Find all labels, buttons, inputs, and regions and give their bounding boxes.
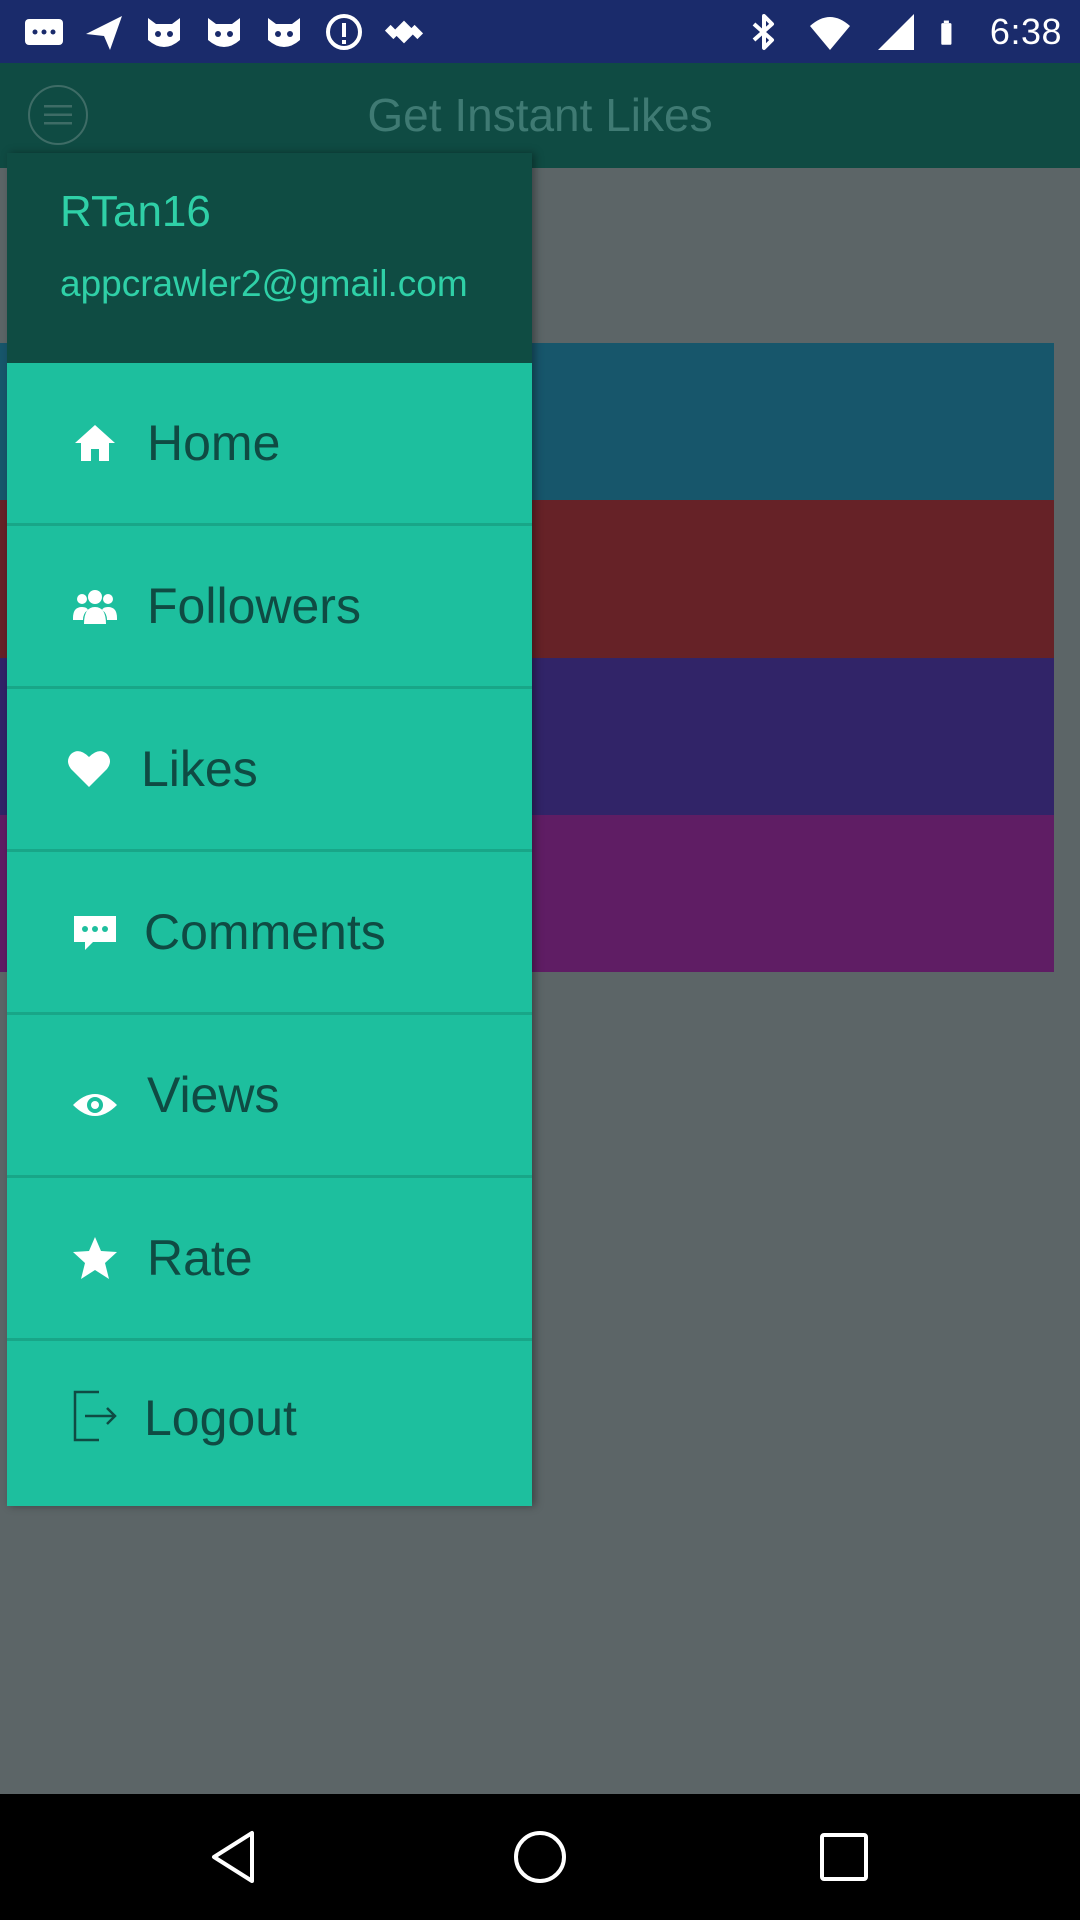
message-icon <box>25 18 63 45</box>
home-nav-icon <box>514 1831 566 1883</box>
star-icon <box>71 1234 119 1282</box>
recents-button[interactable] <box>814 1827 874 1887</box>
users-icon <box>71 582 119 630</box>
menu-item-label: Logout <box>144 1389 297 1446</box>
menu-item-label: Home <box>147 415 281 471</box>
battery-icon <box>941 20 952 45</box>
menu-item-followers[interactable]: Followers <box>7 526 532 689</box>
logout-icon <box>71 1388 119 1444</box>
menu-item-home[interactable]: Home <box>7 363 532 526</box>
comment-icon <box>71 908 119 956</box>
fake-gps-icon <box>384 20 424 43</box>
user-name: RTan16 <box>60 187 211 236</box>
menu-item-label: Comments <box>144 904 386 960</box>
menu-item-likes[interactable]: Likes <box>7 689 532 852</box>
navigation-drawer: RTan16 appcrawler2@gmail.com Home Follow… <box>7 153 532 1506</box>
status-notification-icons <box>22 0 426 63</box>
menu-item-label: Rate <box>147 1230 253 1286</box>
back-icon <box>212 1831 254 1883</box>
recents-icon <box>820 1833 868 1881</box>
cat-icon <box>148 17 180 47</box>
heart-icon <box>65 745 113 793</box>
menu-item-label: Likes <box>141 741 258 797</box>
back-button[interactable] <box>206 1827 266 1887</box>
cat-icon <box>268 17 300 47</box>
eye-icon <box>71 1081 119 1129</box>
signal-icon <box>877 13 914 50</box>
bluetooth-icon <box>752 13 774 50</box>
menu-item-views[interactable]: Views <box>7 1015 532 1178</box>
menu-item-comments[interactable]: Comments <box>7 852 532 1015</box>
info-icon <box>326 13 362 50</box>
menu-item-label: Followers <box>147 578 361 634</box>
home-icon <box>71 419 119 467</box>
cat-icon <box>208 17 240 47</box>
system-navigation-bar <box>0 1794 1080 1920</box>
drawer-header: RTan16 appcrawler2@gmail.com <box>7 153 532 363</box>
send-icon <box>86 15 122 50</box>
status-system-icons: 6:38 <box>742 0 1062 63</box>
home-button[interactable] <box>510 1827 570 1887</box>
menu-item-label: Views <box>147 1067 280 1123</box>
menu-item-logout[interactable]: Logout <box>7 1341 532 1494</box>
status-time: 6:38 <box>989 10 1062 52</box>
menu-item-rate[interactable]: Rate <box>7 1178 532 1341</box>
status-bar: 6:38 <box>0 0 1080 63</box>
wifi-icon <box>809 16 850 50</box>
drawer-menu: Home Followers Likes Comments Views Rate… <box>7 363 532 1506</box>
user-email: appcrawler2@gmail.com <box>60 263 468 304</box>
